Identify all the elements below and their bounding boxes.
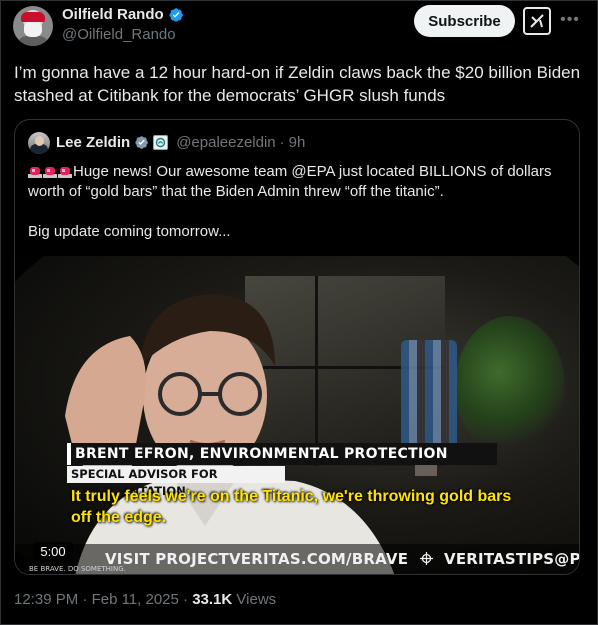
grok-icon: [530, 14, 544, 28]
quote-line-1: Huge news! Our awesome team @EPA just lo…: [28, 163, 552, 200]
government-badge-icon: [153, 135, 169, 150]
post-date[interactable]: Feb 11, 2025: [92, 591, 179, 608]
meta-separator: ·: [183, 591, 189, 608]
quote-verified-badge-icon: [135, 136, 149, 149]
author-avatar[interactable]: [13, 6, 53, 46]
author-name[interactable]: Oilfield Rando: [62, 6, 164, 23]
video-caption: It truly feels we're on the Titanic, we'…: [71, 488, 512, 526]
subscribe-button[interactable]: Subscribe: [414, 5, 515, 37]
quote-author-name[interactable]: Lee Zeldin: [56, 134, 130, 151]
quote-author-handle[interactable]: @epaleezeldin: [176, 134, 275, 151]
more-icon: •••: [560, 11, 580, 28]
quote-text: Huge news! Our awesome team @EPA just lo…: [28, 162, 568, 242]
meta-separator: ·: [82, 591, 88, 608]
police-light-icon: [58, 167, 72, 178]
video-player[interactable]: BRENT EFRON, ENVIRONMENTAL PROTECTION AG…: [15, 256, 580, 574]
police-light-icon: [43, 167, 57, 178]
quoted-tweet[interactable]: Lee Zeldin @epaleezeldin · 9h Huge news!…: [14, 119, 580, 575]
tips-email-text: VERITASTIPS@PROTONMAIL.COM: [444, 550, 580, 568]
video-plant: [455, 316, 565, 456]
video-person: [65, 294, 395, 574]
video-footer-text: VISIT PROJECTVERITAS.COM/BRAVE VERITASTI…: [105, 550, 580, 568]
video-duration: 5:00: [33, 542, 73, 562]
crosshair-icon: [419, 550, 433, 568]
grok-button[interactable]: [523, 7, 551, 35]
quote-separator: ·: [279, 134, 285, 151]
lower-third-title: SPECIAL ADVISOR FOR IMPLEMENTATION: [67, 466, 285, 498]
lower-third-name: BRENT EFRON, ENVIRONMENTAL PROTECTION AG…: [67, 443, 497, 484]
visit-link-text: VISIT PROJECTVERITAS.COM/BRAVE: [105, 550, 409, 568]
views-label: Views: [236, 591, 277, 608]
post-time[interactable]: 12:39 PM: [14, 591, 78, 608]
quote-age[interactable]: 9h: [289, 134, 306, 151]
verified-badge-icon: [169, 7, 183, 22]
quote-line-2: Big update coming tomorrow...: [28, 223, 231, 240]
police-light-icon: [28, 167, 42, 178]
views-count: 33.1K: [192, 591, 233, 608]
author-name-row: Oilfield Rando: [62, 6, 184, 23]
tweet-text: I’m gonna have a 12 hour hard-on if Zeld…: [14, 63, 581, 105]
quote-header: Lee Zeldin @epaleezeldin · 9h: [56, 134, 305, 151]
author-handle[interactable]: @Oilfield_Rando: [62, 26, 176, 43]
post-meta: 12:39 PM · Feb 11, 2025 · 33.1K Views: [14, 591, 276, 608]
quote-author-avatar[interactable]: [28, 132, 50, 154]
more-button[interactable]: •••: [560, 8, 580, 32]
